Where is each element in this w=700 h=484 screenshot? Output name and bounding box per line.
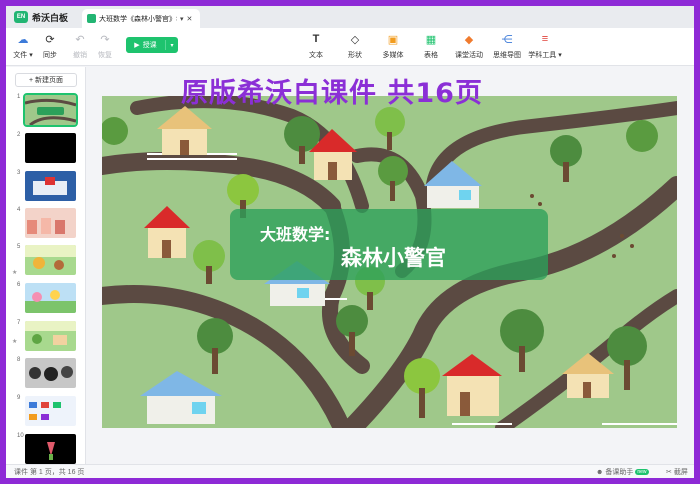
new-page-button[interactable]: + 新建页面 [15, 73, 77, 87]
play-icon: ▶ [134, 42, 140, 49]
cloud-icon: ☁ [17, 33, 29, 46]
multimedia-button[interactable]: ▣ 多媒体 [378, 32, 408, 60]
sync-icon: ⟳ [45, 33, 55, 46]
thumbnail-number: 10 [17, 433, 24, 439]
thumbnail-page-3[interactable] [25, 171, 76, 201]
thumbnail-preview [27, 218, 65, 234]
class-activity-button[interactable]: ◆ 课堂活动 [454, 32, 484, 60]
thumbnail-preview [25, 290, 76, 313]
app-home-tab[interactable]: EN 希沃白板 [6, 6, 82, 28]
sync-label: 同步 [43, 52, 57, 59]
shape-label: 形状 [348, 52, 362, 59]
thumbnail-page-7[interactable] [25, 321, 76, 351]
app-logo-icon: EN [14, 11, 28, 23]
page-info: 课件 第 1 页，共 16 页 [14, 469, 85, 476]
thumbnail-number: 4 [17, 207, 21, 213]
thumbnail-number: 1 [17, 94, 21, 100]
table-label: 表格 [424, 52, 438, 59]
thumbnail-number: 2 [17, 132, 21, 138]
thumbnail-page-10[interactable] [25, 434, 76, 464]
thumbnail-page-2[interactable] [25, 133, 76, 163]
thumbnail-preview [33, 177, 67, 195]
promo-banner: 原版希沃白课件 共16页 [181, 78, 483, 109]
thumbnail-page-6[interactable] [25, 283, 76, 313]
thumbnail-number: 7 [17, 320, 21, 326]
file-label: 文件 ▾ [13, 52, 33, 59]
assistant-label: 备课助手 [605, 469, 634, 476]
tab-close-icon[interactable]: ✕ [187, 15, 193, 23]
thumbnail-page-9[interactable] [25, 396, 76, 426]
thumbnail-number: 3 [17, 170, 21, 176]
new-badge: new [635, 469, 649, 475]
redo-icon: ↷ [100, 33, 110, 46]
thumbnail-preview [25, 98, 76, 125]
page-thumbnail-panel: + 新建页面 1 2 3 4 ★ 5 6 ★ 7 8 9 10 [6, 67, 86, 464]
thumbnail-number: 8 [17, 357, 21, 363]
star-icon: ★ [12, 339, 18, 345]
teach-label: 授课 [142, 42, 157, 49]
undo-label: 撤销 [73, 52, 87, 59]
multimedia-icon: ▣ [387, 33, 399, 46]
thumbnail-page-5[interactable] [25, 245, 76, 275]
thumbnail-preview [25, 321, 76, 345]
redo-button[interactable]: ↷ 恢复 [90, 32, 120, 60]
thumbnail-number: 9 [17, 395, 21, 401]
slide-canvas[interactable]: 大班数学: 森林小警官 [102, 96, 677, 428]
text-icon: T [312, 33, 320, 45]
toolbar: ☁ 文件 ▾ ⟳ 同步 ↶ 撤销 ↷ 恢复 ▶ 授课 ▾ T 文本 ◇ 形状 ▣… [6, 28, 694, 66]
text-tool-button[interactable]: T 文本 [301, 32, 331, 60]
scissors-icon: ✂ [666, 469, 672, 476]
thumbnail-page-1[interactable] [23, 93, 78, 127]
document-tab[interactable]: 大班数学《森林小警官》希... ▾ ✕ [82, 9, 200, 28]
teach-dropdown-icon[interactable]: ▾ [166, 42, 178, 49]
screenshot-button[interactable]: ✂ 截屏 [666, 467, 688, 477]
thumbnail-page-8[interactable] [25, 358, 76, 388]
redo-label: 恢复 [98, 52, 112, 59]
thumbnail-number: 5 [17, 244, 21, 250]
lesson-assistant-button[interactable]: ☻ 备课助手 new [596, 467, 649, 477]
mind-map-label: 思维导图 [493, 52, 521, 59]
class-activity-icon: ◆ [464, 33, 474, 46]
slide-title: 森林小警官 [341, 246, 446, 270]
sync-button[interactable]: ⟳ 同步 [35, 32, 65, 60]
thumbnail-preview [47, 442, 55, 460]
thumbnail-number: 6 [17, 282, 21, 288]
star-icon: ★ [12, 270, 18, 276]
thumbnail-preview [25, 245, 76, 270]
text-label: 文本 [309, 52, 323, 59]
document-tab-title: 大班数学《森林小警官》希... [99, 15, 177, 23]
mind-map-icon: ⋲ [501, 33, 513, 46]
file-button[interactable]: ☁ 文件 ▾ [8, 32, 38, 60]
app-name: 希沃白板 [32, 12, 69, 23]
teach-button[interactable]: ▶ 授课 ▾ [126, 37, 178, 53]
slide-title-box: 大班数学: 森林小警官 [230, 209, 548, 280]
shape-icon: ◇ [350, 33, 360, 46]
screenshot-label: 截屏 [673, 469, 688, 476]
plus-icon: + [28, 76, 34, 84]
thumbnail-preview [29, 366, 73, 381]
shape-tool-button[interactable]: ◇ 形状 [340, 32, 370, 60]
document-icon [87, 14, 96, 23]
subject-tools-label: 学科工具 ▾ [528, 52, 562, 59]
class-activity-label: 课堂活动 [455, 52, 483, 59]
undo-icon: ↶ [75, 33, 85, 46]
new-page-label: 新建页面 [35, 77, 64, 84]
mind-map-button[interactable]: ⋲ 思维导图 [492, 32, 522, 60]
status-bar: 课件 第 1 页，共 16 页 ☻ 备课助手 new ✂ 截屏 [6, 464, 694, 478]
table-button[interactable]: ▦ 表格 [416, 32, 446, 60]
slide-subject: 大班数学: [260, 225, 331, 244]
assistant-icon: ☻ [596, 468, 604, 476]
subject-tools-icon: ≡ [541, 33, 549, 45]
multimedia-label: 多媒体 [382, 52, 404, 59]
thumbnail-preview [29, 402, 61, 420]
table-icon: ▦ [425, 33, 437, 46]
subject-tools-button[interactable]: ≡ 学科工具 ▾ [528, 32, 562, 60]
tab-bar: EN 希沃白板 大班数学《森林小警官》希... ▾ ✕ [6, 6, 694, 28]
app-window: EN 希沃白板 大班数学《森林小警官》希... ▾ ✕ ☁ 文件 ▾ ⟳ 同步 … [6, 6, 694, 478]
canvas-area: 大班数学: 森林小警官 原版希沃白课件 共16页 [87, 67, 694, 464]
thumbnail-page-4[interactable] [25, 208, 76, 238]
tab-dropdown-icon[interactable]: ▾ [180, 15, 184, 23]
